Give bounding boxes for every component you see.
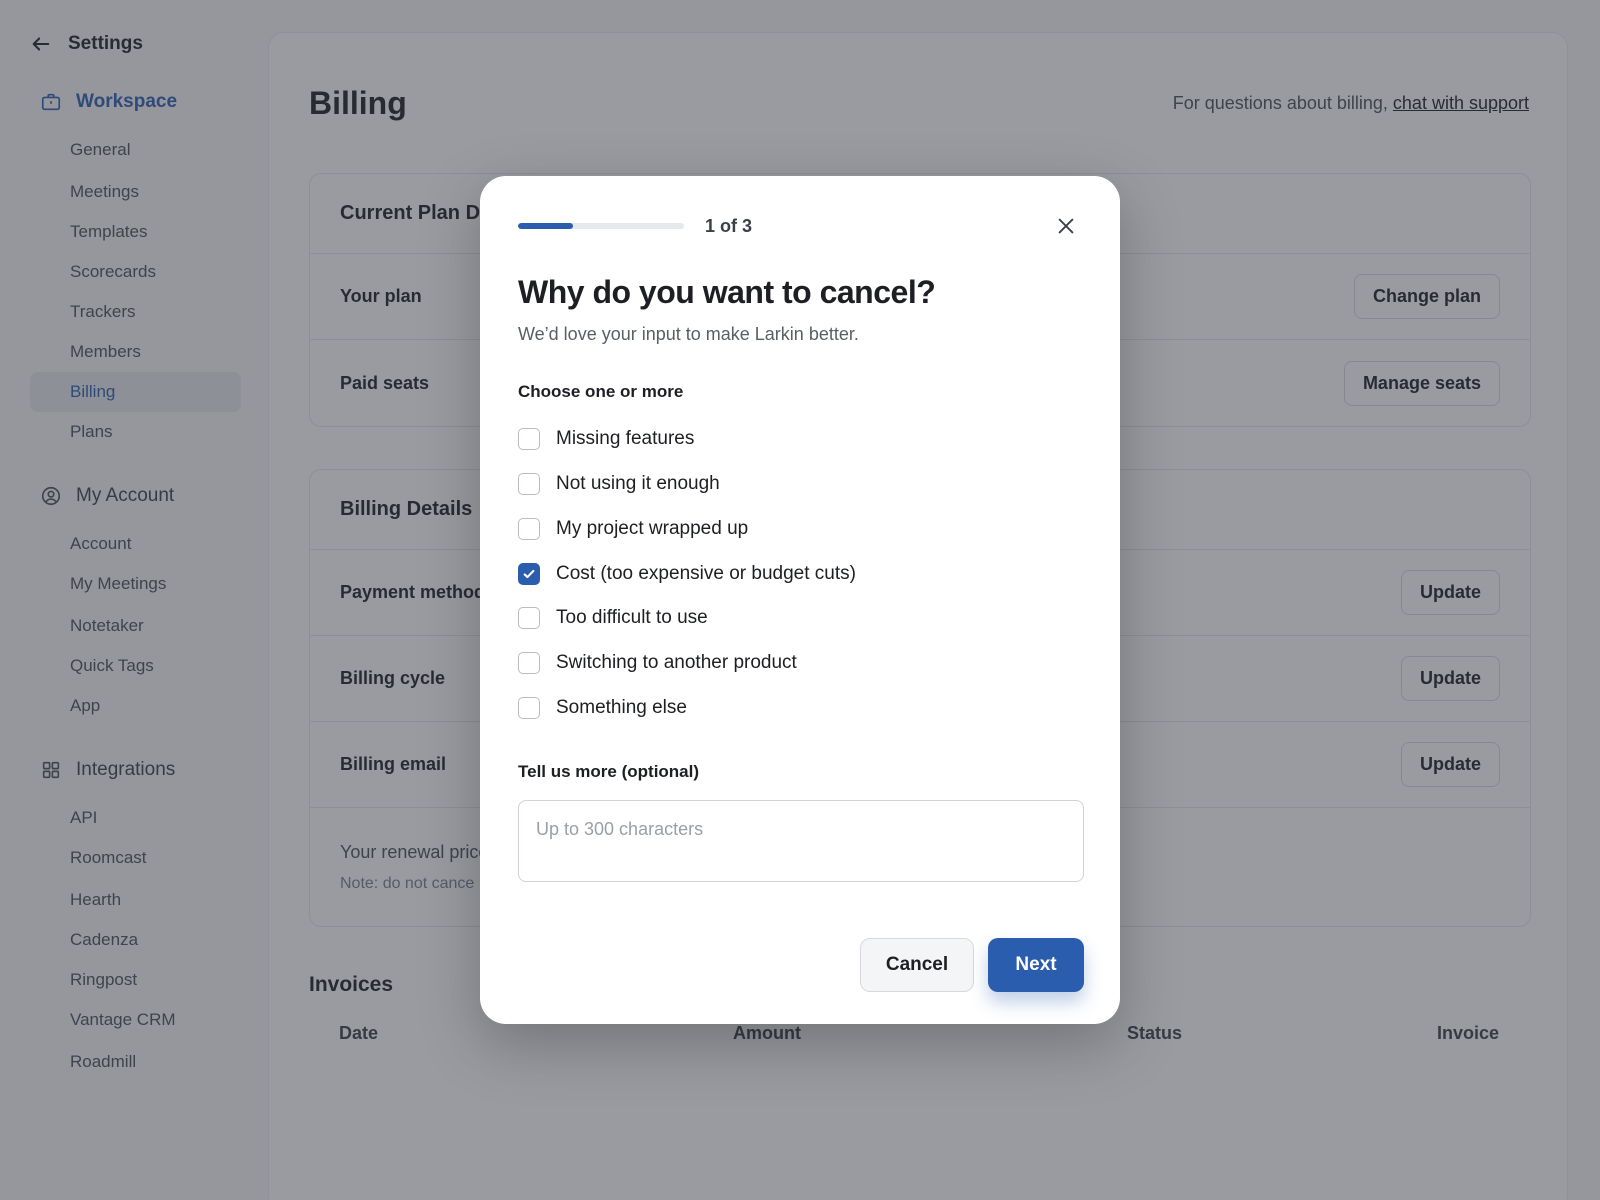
cancel-survey-modal: 1 of 3 Why do you want to cancel? We’d l…	[480, 176, 1120, 1024]
checkbox-checked[interactable]	[518, 563, 540, 585]
checkbox[interactable]	[518, 428, 540, 450]
option-not-using-enough[interactable]: Not using it enough	[518, 471, 720, 497]
option-project-wrapped-up[interactable]: My project wrapped up	[518, 516, 748, 542]
checkbox[interactable]	[518, 518, 540, 540]
option-too-difficult[interactable]: Too difficult to use	[518, 605, 708, 631]
checkbox[interactable]	[518, 473, 540, 495]
progress-bar	[518, 223, 684, 229]
checkbox[interactable]	[518, 652, 540, 674]
checkbox[interactable]	[518, 697, 540, 719]
option-label: My project wrapped up	[556, 518, 749, 539]
close-modal-button[interactable]	[1052, 212, 1080, 240]
option-label: Switching to another product	[556, 652, 797, 673]
modal-title: Why do you want to cancel?	[518, 274, 936, 310]
option-missing-features[interactable]: Missing features	[518, 426, 694, 452]
option-label: Something else	[556, 697, 687, 718]
option-label: Not using it enough	[556, 473, 720, 494]
option-switching-product[interactable]: Switching to another product	[518, 650, 797, 676]
checkmark-icon	[523, 569, 535, 579]
choose-label: Choose one or more	[518, 382, 684, 401]
option-label: Missing features	[556, 428, 695, 449]
feedback-textarea[interactable]	[518, 800, 1084, 882]
close-icon[interactable]	[1055, 215, 1077, 237]
modal-subtitle: We’d love your input to make Larkin bett…	[518, 324, 859, 344]
step-indicator: 1 of 3	[705, 216, 753, 236]
option-label: Cost (too expensive or budget cuts)	[556, 563, 856, 584]
option-label: Too difficult to use	[556, 607, 708, 628]
tell-us-more-label: Tell us more (optional)	[518, 762, 700, 781]
cancel-button[interactable]: Cancel	[860, 938, 974, 992]
progress-fill	[518, 223, 573, 229]
next-button[interactable]: Next	[988, 938, 1084, 992]
option-something-else[interactable]: Something else	[518, 695, 687, 721]
checkbox[interactable]	[518, 607, 540, 629]
option-cost[interactable]: Cost (too expensive or budget cuts)	[518, 561, 856, 587]
